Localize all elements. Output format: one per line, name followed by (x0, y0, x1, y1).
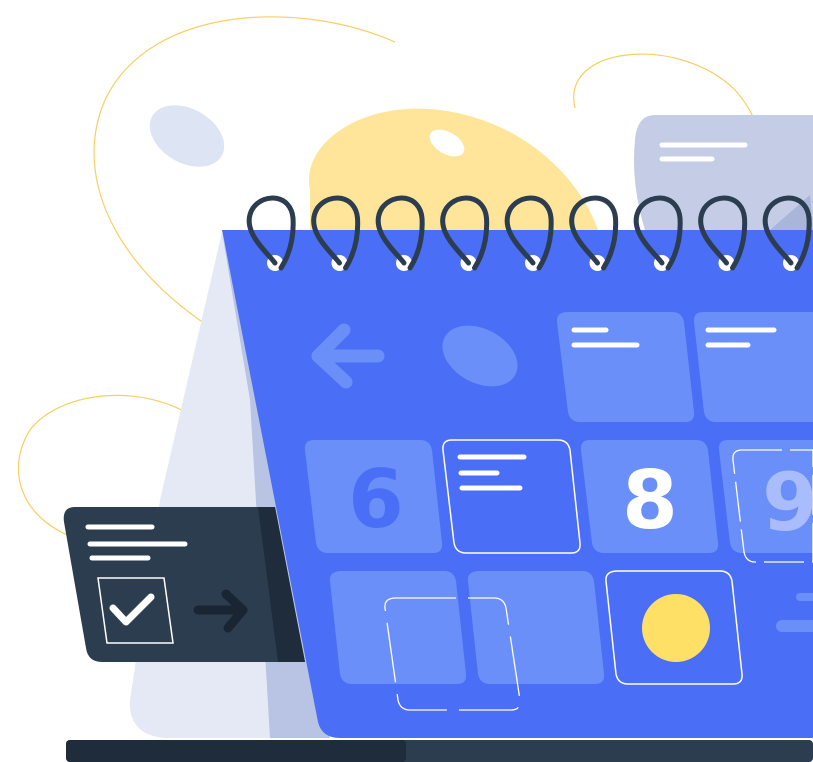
day-tile-6[interactable]: 6 (304, 440, 443, 553)
day-tile-empty[interactable] (329, 571, 467, 684)
day-number: 6 (348, 453, 404, 546)
day-tile-event[interactable] (605, 570, 743, 685)
day-tile-note[interactable] (442, 439, 581, 554)
event-dot (642, 594, 710, 662)
note-tile[interactable] (693, 312, 813, 422)
day-number: 8 (622, 454, 678, 547)
pale-blob (149, 105, 225, 167)
note-tile[interactable] (556, 312, 695, 422)
day-tile-9[interactable]: 9 (718, 440, 813, 563)
calendar-illustration: 6 8 9 (17, 16, 813, 762)
yellow-blob (308, 108, 600, 235)
day-number: 9 (762, 456, 813, 549)
day-tile-empty[interactable] (467, 571, 605, 684)
day-tile-8[interactable]: 8 (580, 440, 719, 553)
task-card (63, 507, 305, 662)
